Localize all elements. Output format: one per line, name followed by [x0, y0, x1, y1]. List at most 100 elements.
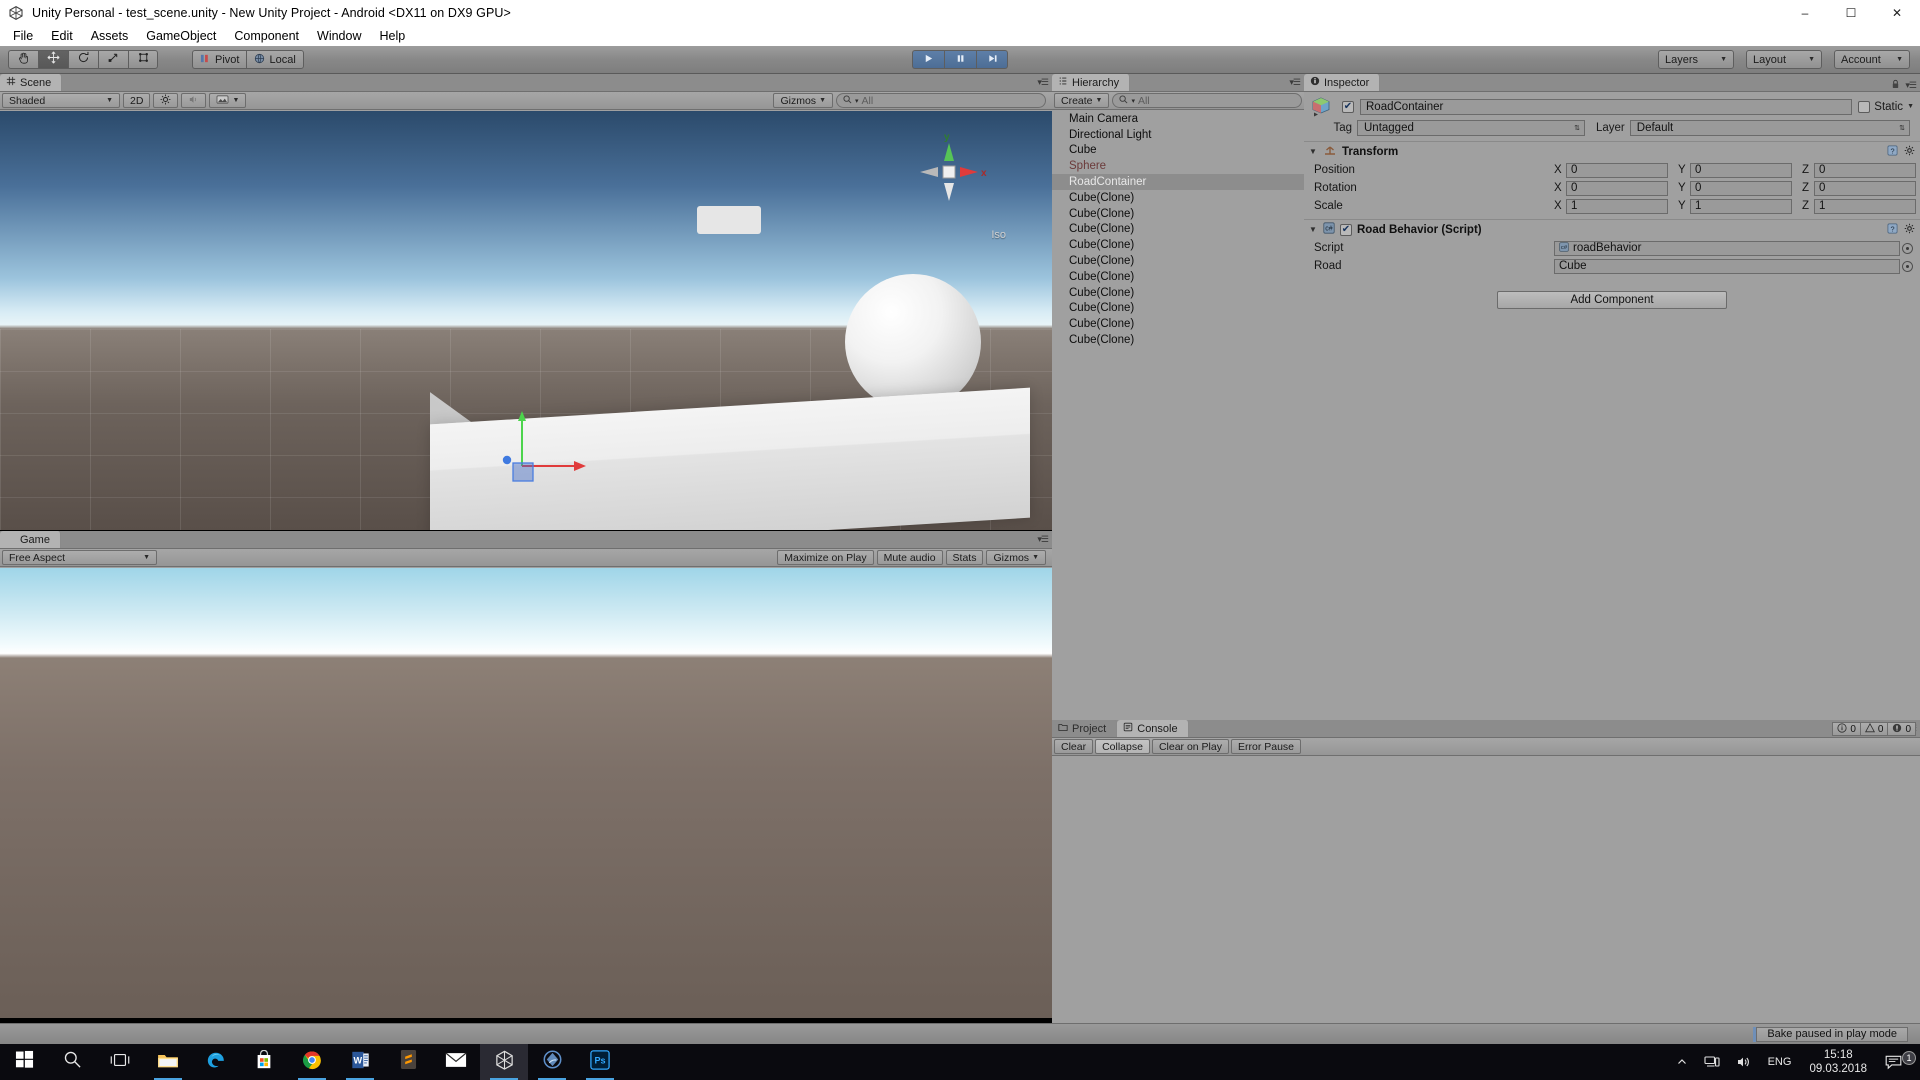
maximize-button[interactable]: ☐	[1828, 0, 1874, 26]
gear-icon[interactable]	[1904, 143, 1915, 161]
minimize-button[interactable]: –	[1782, 0, 1828, 26]
transform-input-x[interactable]: 1	[1566, 198, 1668, 214]
play-button[interactable]	[912, 50, 944, 69]
transform-component-header[interactable]: ▼ Transform ?	[1304, 141, 1920, 161]
road-behavior-component-header[interactable]: ▼ c# ✔ Road Behavior (Script) ?	[1304, 219, 1920, 239]
menu-gameobject[interactable]: GameObject	[137, 26, 225, 46]
inspector-panel-menu-icon[interactable]: ▾☰	[1905, 80, 1917, 91]
hierarchy-item[interactable]: Cube(Clone)	[1052, 285, 1304, 301]
rotate-tool-button[interactable]	[68, 50, 98, 69]
hierarchy-item[interactable]: Cube(Clone)	[1052, 269, 1304, 285]
hierarchy-item[interactable]: Cube	[1052, 143, 1304, 159]
hierarchy-item[interactable]: Directional Light	[1052, 127, 1304, 143]
scene-audio-toggle[interactable]	[181, 93, 207, 108]
menu-edit[interactable]: Edit	[42, 26, 82, 46]
console-count-warning-triangle[interactable]: 0	[1860, 722, 1889, 736]
local-global-toggle-button[interactable]: Local	[246, 50, 304, 69]
object-active-checkbox[interactable]: ✔	[1342, 100, 1354, 113]
mute-audio-toggle[interactable]: Mute audio	[876, 550, 943, 565]
console-count-info[interactable]: 0	[1832, 722, 1861, 736]
layout-dropdown[interactable]: Layout ▼	[1746, 50, 1822, 69]
pivot-toggle-button[interactable]: Pivot	[192, 50, 247, 69]
hierarchy-item[interactable]: Cube(Clone)	[1052, 253, 1304, 269]
layers-dropdown[interactable]: Layers ▼	[1658, 50, 1734, 69]
scene-viewport[interactable]: y x Iso	[0, 111, 1052, 530]
unity-hub[interactable]	[528, 1044, 576, 1080]
transform-input-y[interactable]: 1	[1690, 198, 1792, 214]
foldout-arrow-icon[interactable]: ▼	[1308, 147, 1318, 156]
hierarchy-item[interactable]: Cube(Clone)	[1052, 316, 1304, 332]
hand-tool-button[interactable]	[8, 50, 38, 69]
transform-input-x[interactable]: 0	[1566, 162, 1668, 178]
tab-project[interactable]: Project	[1052, 720, 1118, 737]
menu-component[interactable]: Component	[225, 26, 308, 46]
object-picker-icon[interactable]	[1902, 242, 1913, 254]
mail[interactable]	[432, 1044, 480, 1080]
help-icon[interactable]: ?	[1887, 221, 1898, 239]
scene-projection-label[interactable]: Iso	[991, 229, 1006, 241]
close-button[interactable]: ✕	[1874, 0, 1920, 26]
scene-fx-dropdown[interactable]: ▼	[209, 93, 247, 108]
hierarchy-object-list[interactable]: Main Camera Directional Light Cube Sphere Ro…	[1052, 111, 1304, 720]
maximize-on-play-toggle[interactable]: Maximize on Play	[777, 550, 874, 565]
volume-icon[interactable]	[1728, 1055, 1760, 1069]
scene-search-input[interactable]: ▾ All	[836, 93, 1046, 108]
hierarchy-search-input[interactable]: ▾ All	[1112, 93, 1302, 108]
scale-tool-button[interactable]	[98, 50, 128, 69]
word[interactable]: W	[336, 1044, 384, 1080]
menu-help[interactable]: Help	[370, 26, 414, 46]
transform-input-z[interactable]: 1	[1814, 198, 1916, 214]
console-button[interactable]: Clear	[1054, 739, 1094, 754]
account-dropdown[interactable]: Account ▼	[1834, 50, 1910, 69]
game-viewport[interactable]	[0, 568, 1052, 1018]
object-picker-icon[interactable]	[1902, 260, 1913, 272]
static-toggle[interactable]: ✔ Static ▼	[1858, 100, 1914, 113]
transform-input-z[interactable]: 0	[1814, 162, 1916, 178]
taskbar-clock[interactable]: 15:18 09.03.2018	[1799, 1048, 1877, 1076]
add-component-button[interactable]: Add Component	[1497, 291, 1727, 309]
game-panel-menu-icon[interactable]: ▾☰	[1037, 534, 1049, 545]
hierarchy-item[interactable]: Cube(Clone)	[1052, 206, 1304, 222]
hierarchy-item[interactable]: Sphere	[1052, 158, 1304, 174]
action-center-button[interactable]: 1	[1877, 1050, 1920, 1070]
static-checkbox[interactable]: ✔	[1858, 100, 1871, 113]
tab-game[interactable]: Game	[0, 531, 61, 548]
create-dropdown-button[interactable]: Create ▼	[1054, 93, 1110, 108]
gear-icon[interactable]	[1904, 221, 1915, 239]
transform-input-y[interactable]: 0	[1690, 180, 1792, 196]
transform-input-x[interactable]: 0	[1566, 180, 1668, 196]
hierarchy-item[interactable]: RoadContainer	[1052, 174, 1304, 190]
pause-button[interactable]	[944, 50, 976, 69]
tab-scene[interactable]: Scene	[0, 74, 63, 91]
task-view-button[interactable]	[96, 1044, 144, 1080]
object-name-input[interactable]: RoadContainer	[1360, 98, 1853, 115]
stats-toggle[interactable]: Stats	[945, 550, 984, 565]
language-indicator[interactable]: ENG	[1760, 1056, 1800, 1068]
show-hidden-icons-button[interactable]	[1668, 1056, 1696, 1068]
chevron-down-icon[interactable]: ▼	[1907, 103, 1914, 110]
chrome-browser[interactable]	[288, 1044, 336, 1080]
tab-inspector[interactable]: Inspector	[1304, 74, 1381, 91]
console-button[interactable]: Collapse	[1095, 739, 1150, 754]
hierarchy-panel-menu-icon[interactable]: ▾☰	[1289, 77, 1301, 88]
scene-gizmos-dropdown[interactable]: Gizmos ▼	[773, 93, 833, 108]
component-enabled-checkbox[interactable]: ✔	[1340, 223, 1352, 236]
microsoft-store[interactable]	[240, 1044, 288, 1080]
transform-input-y[interactable]: 0	[1690, 162, 1792, 178]
help-icon[interactable]: ?	[1887, 143, 1898, 161]
scene-lighting-toggle[interactable]	[153, 93, 179, 108]
hierarchy-item[interactable]: Cube(Clone)	[1052, 237, 1304, 253]
sublime-text[interactable]	[384, 1044, 432, 1080]
object-reference-field[interactable]: c# roadBehavior	[1554, 240, 1913, 256]
game-gizmos-dropdown[interactable]: Gizmos ▼	[986, 550, 1046, 565]
edge-browser[interactable]	[192, 1044, 240, 1080]
move-tool-button[interactable]	[38, 50, 68, 69]
move-gizmo[interactable]	[500, 406, 620, 496]
menu-file[interactable]: File	[4, 26, 42, 46]
object-reference-field[interactable]: Cube	[1554, 258, 1913, 274]
console-button[interactable]: Error Pause	[1230, 739, 1302, 754]
console-button[interactable]: Clear on Play	[1151, 739, 1229, 754]
shading-mode-dropdown[interactable]: Shaded ▼	[2, 93, 120, 108]
menu-assets[interactable]: Assets	[82, 26, 138, 46]
menu-window[interactable]: Window	[308, 26, 370, 46]
